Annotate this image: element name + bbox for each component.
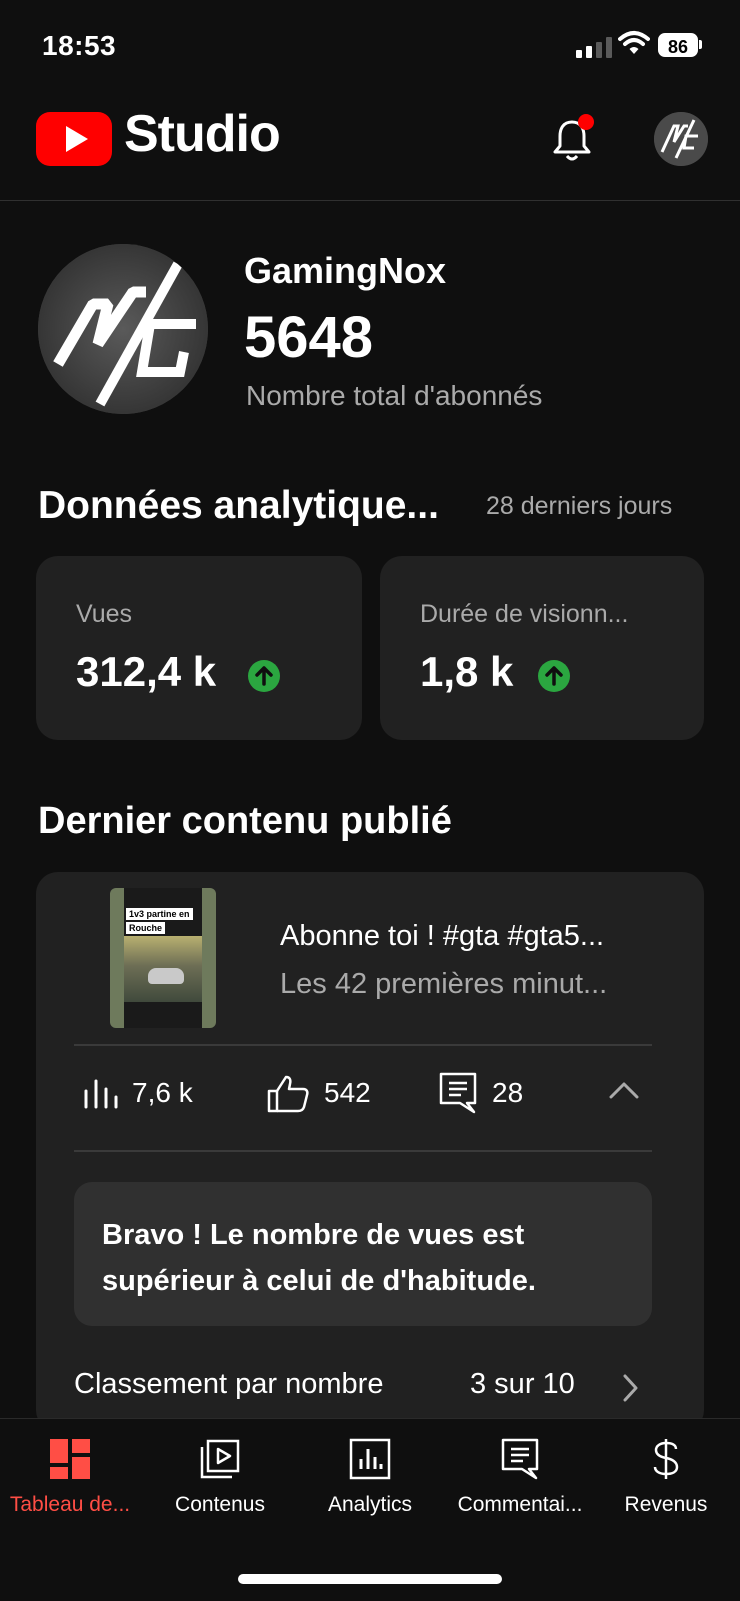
nav-label: Analytics [327,1493,413,1516]
ranking-label[interactable]: Classement par nombre [74,1368,383,1401]
divider [74,1150,652,1152]
channel-name: GamingNox [244,250,447,291]
thumbnail-caption: 1v3 partine en [126,908,193,920]
views-icon [84,1079,118,1109]
comments-icon [501,1438,539,1480]
channel-avatar[interactable] [38,244,208,414]
video-description: Les 42 premières minut... [280,968,608,1000]
wifi-icon [618,31,650,54]
views-stat: 7,6 k [82,1068,193,1118]
likes-count: 542 [324,1077,371,1108]
thumbnail-caption: Rouche [126,922,166,934]
views-count: 7,6 k [132,1077,193,1108]
trend-up-icon [248,660,280,692]
metric-card-watch-time[interactable]: Durée de visionn... 1,8 k [380,556,704,740]
performance-tip: Bravo ! Le nombre de vues est supérieur … [74,1182,652,1326]
nav-dashboard[interactable]: Tableau de... [0,1433,144,1517]
comments-stat: 28 [438,1068,523,1118]
divider [74,1044,652,1046]
content-icon [200,1439,240,1479]
subscriber-count: 5648 [244,305,374,370]
chevron-up-icon[interactable] [608,1078,640,1102]
latest-content-title: Dernier contenu publié [38,800,452,842]
home-indicator[interactable] [238,1574,502,1584]
dollar-icon [653,1439,679,1479]
likes-stat: 542 [266,1068,371,1118]
status-time: 18:53 [42,30,117,61]
analytics-period: 28 derniers jours [486,492,673,520]
metric-label: Vues [76,600,133,628]
dashboard-icon [50,1439,90,1479]
analytics-title: Données analytique... [38,484,439,527]
nav-content[interactable]: Contenus [146,1433,294,1517]
metric-label: Durée de visionn... [420,600,629,628]
analytics-icon [349,1438,391,1480]
trend-up-icon [538,660,570,692]
nav-label: Commentai... [457,1493,583,1516]
battery-tip [699,40,702,49]
comment-icon [439,1072,477,1114]
account-avatar-icon[interactable] [654,112,708,166]
nav-label: Contenus [175,1493,265,1516]
nav-analytics[interactable]: Analytics [296,1433,444,1517]
nav-label: Revenus [624,1493,708,1516]
tip-text: Bravo ! Le nombre de vues est supérieur … [102,1219,536,1297]
latest-content-card: 1v3 partine en Rouche Abonne toi ! #gta … [36,872,704,1432]
nav-label: Tableau de... [9,1493,131,1516]
metric-value: 312,4 k [76,648,217,695]
cellular-signal-icon [576,36,612,58]
notification-badge [578,114,594,130]
thumbs-up-icon [267,1075,309,1113]
metric-card-views[interactable]: Vues 312,4 k [36,556,362,740]
chevron-right-icon[interactable] [620,1372,640,1404]
comments-count: 28 [492,1077,524,1108]
ranking-value: 3 sur 10 [470,1368,575,1400]
metric-value: 1,8 k [420,648,514,695]
nav-revenue[interactable]: Revenus [592,1433,740,1517]
youtube-logo-icon [36,112,112,166]
app-header: Studio [0,100,740,201]
subscriber-label: Nombre total d'abonnés [246,380,543,411]
studio-logo-text: Studio [124,105,281,163]
video-title[interactable]: Abonne toi ! #gta #gta5... [280,920,604,953]
nav-comments[interactable]: Commentai... [446,1433,594,1517]
battery-icon: 86 [658,33,698,57]
status-bar: 18:53 86 [0,0,740,90]
video-thumbnail[interactable]: 1v3 partine en Rouche [110,888,216,1028]
